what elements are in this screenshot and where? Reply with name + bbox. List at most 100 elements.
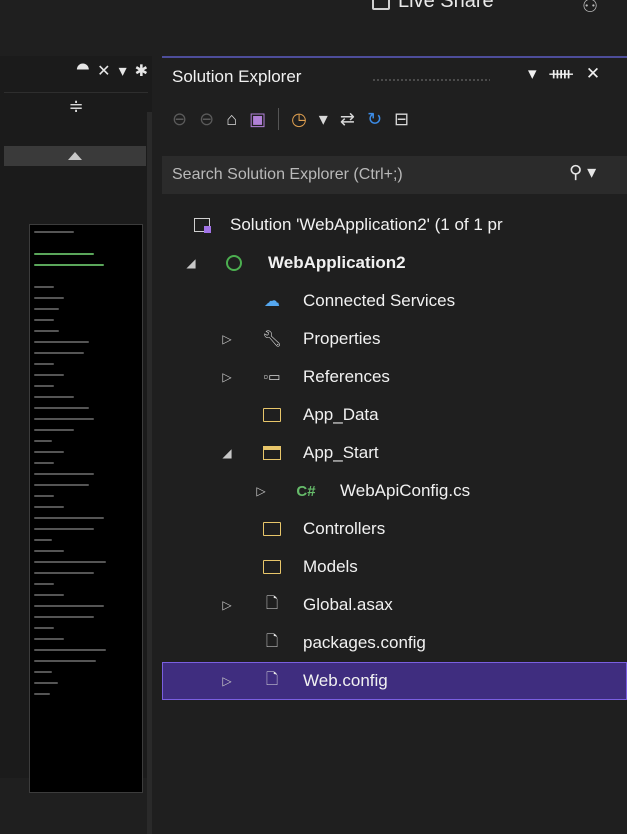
- tree-node-packages-config[interactable]: 🗋 packages.config: [162, 624, 627, 662]
- code-minimap[interactable]: [29, 224, 143, 793]
- connected-services-icon: ☁: [264, 293, 280, 310]
- minimap-line: [34, 594, 64, 596]
- config-file-icon: 🗋: [265, 632, 279, 650]
- expander-icon[interactable]: ▷: [220, 598, 234, 612]
- expander-icon[interactable]: ◢: [184, 256, 198, 270]
- solution-explorer-panel: Solution Explorer ▾ ᚔ ✕ ⊖ ⊖ ⌂ ▣ ◷ ▾ ⇄ ↻ …: [162, 56, 627, 780]
- pending-changes-filter-icon[interactable]: ◷: [291, 109, 307, 130]
- minimap-line: [34, 649, 106, 651]
- expander-icon[interactable]: ▷: [220, 370, 234, 384]
- minimap-line: [34, 517, 104, 519]
- minimap-line: [34, 407, 89, 409]
- expander-icon[interactable]: ▷: [220, 674, 234, 688]
- minimap-line: [34, 319, 54, 321]
- minimap-line: [34, 561, 106, 563]
- search-input[interactable]: Search Solution Explorer (Ctrl+;): [172, 166, 403, 184]
- asax-file-icon: 🗋: [265, 594, 279, 612]
- dropdown-icon[interactable]: ▾: [119, 61, 127, 81]
- solution-tree: Solution 'WebApplication2' (1 of 1 pr ◢ …: [162, 206, 627, 700]
- left-scrollbar[interactable]: [147, 112, 152, 834]
- live-share-label: Live Share: [398, 0, 494, 12]
- settings-icon[interactable]: ✱: [135, 61, 148, 81]
- tree-label: packages.config: [303, 633, 426, 652]
- tree-node-project[interactable]: ◢ WebApplication2: [162, 244, 627, 282]
- minimap-line: [34, 539, 52, 541]
- collapse-all-icon[interactable]: ⊟: [394, 109, 409, 130]
- tree-label: App_Start: [303, 443, 379, 462]
- minimap-line: [34, 495, 54, 497]
- minimap-line: [34, 638, 64, 640]
- tree-node-controllers[interactable]: Controllers: [162, 510, 627, 548]
- minimap-line: [34, 506, 64, 508]
- home-icon[interactable]: ⌂: [226, 109, 237, 130]
- pin-icon[interactable]: ⯊: [77, 62, 90, 80]
- minimap-line: [34, 286, 54, 288]
- left-tool-pane: ⯊ ✕ ▾ ✱ ≑: [0, 56, 152, 834]
- minimap-line: [34, 484, 89, 486]
- tree-label: WebApiConfig.cs: [340, 481, 471, 500]
- left-pane-header: ⯊ ✕ ▾ ✱: [0, 56, 152, 86]
- dropdown-icon[interactable]: ▾: [528, 64, 537, 84]
- references-icon: ▫▭: [263, 369, 281, 384]
- tree-node-app-data[interactable]: App_Data: [162, 396, 627, 434]
- tree-label: Models: [303, 557, 358, 576]
- chevron-up-icon: [68, 152, 82, 160]
- minimap-line: [34, 682, 58, 684]
- minimap-line: [34, 341, 89, 343]
- minimap-line: [34, 418, 94, 420]
- tree-node-properties[interactable]: ▷ 🔧︎ Properties: [162, 320, 627, 358]
- minimap-line: [34, 627, 54, 629]
- title-bar: Live Share ⚇: [0, 0, 627, 22]
- close-icon[interactable]: ✕: [97, 61, 110, 81]
- minimap-line: [34, 352, 84, 354]
- split-icon[interactable]: ≑: [4, 92, 148, 119]
- minimap-line: [34, 396, 74, 398]
- minimap-line: [34, 374, 64, 376]
- tree-label: WebApplication2: [268, 253, 406, 272]
- minimap-line: [34, 583, 54, 585]
- expander-icon[interactable]: ◢: [220, 446, 234, 460]
- close-icon[interactable]: ✕: [586, 64, 600, 84]
- tree-node-app-start[interactable]: ◢ App_Start: [162, 434, 627, 472]
- refresh-icon[interactable]: ↻: [367, 109, 382, 130]
- minimap-line: [34, 308, 59, 310]
- filter-dropdown-icon[interactable]: ▾: [319, 109, 328, 130]
- minimap-line: [34, 660, 96, 662]
- minimap-line: [34, 462, 54, 464]
- minimap-line: [34, 528, 94, 530]
- expander-icon[interactable]: ▷: [254, 484, 268, 498]
- web-project-icon: [224, 254, 244, 272]
- live-share-button[interactable]: Live Share: [372, 0, 494, 13]
- live-share-icon: [372, 0, 390, 10]
- tree-node-models[interactable]: Models: [162, 548, 627, 586]
- pin-icon[interactable]: ᚔ: [550, 64, 573, 84]
- tree-node-connected-services[interactable]: ☁ Connected Services: [162, 282, 627, 320]
- tree-node-webapiconfig[interactable]: ▷ C# WebApiConfig.cs: [162, 472, 627, 510]
- folder-icon: [262, 406, 282, 424]
- search-box[interactable]: Search Solution Explorer (Ctrl+;) ⚲ ▾: [162, 156, 627, 194]
- solution-toolbar: ⊖ ⊖ ⌂ ▣ ◷ ▾ ⇄ ↻ ⊟: [172, 108, 409, 130]
- search-icon[interactable]: ⚲ ▾: [569, 162, 596, 183]
- forward-icon[interactable]: ⊖: [199, 109, 214, 130]
- sync-icon[interactable]: ⇄: [340, 109, 355, 130]
- back-icon[interactable]: ⊖: [172, 109, 187, 130]
- scroll-up-button[interactable]: [4, 146, 146, 166]
- tree-node-web-config[interactable]: ▷ 🗋 Web.config: [162, 662, 627, 700]
- minimap-line: [34, 473, 94, 475]
- tree-node-global-asax[interactable]: ▷ 🗋 Global.asax: [162, 586, 627, 624]
- tree-node-solution[interactable]: Solution 'WebApplication2' (1 of 1 pr: [162, 206, 627, 244]
- solution-icon: [192, 216, 212, 234]
- minimap-line: [34, 429, 74, 431]
- tree-label: Global.asax: [303, 595, 393, 614]
- tree-label: Properties: [303, 329, 381, 348]
- minimap-line: [34, 264, 104, 266]
- account-icon[interactable]: ⚇: [582, 0, 598, 17]
- tree-node-references[interactable]: ▷ ▫▭ References: [162, 358, 627, 396]
- minimap-line: [34, 671, 52, 673]
- tree-label: Connected Services: [303, 291, 456, 310]
- minimap-line: [34, 451, 64, 453]
- minimap-line: [34, 440, 52, 442]
- toolbar-separator: [278, 108, 280, 130]
- expander-icon[interactable]: ▷: [220, 332, 234, 346]
- switch-views-icon[interactable]: ▣: [249, 109, 266, 130]
